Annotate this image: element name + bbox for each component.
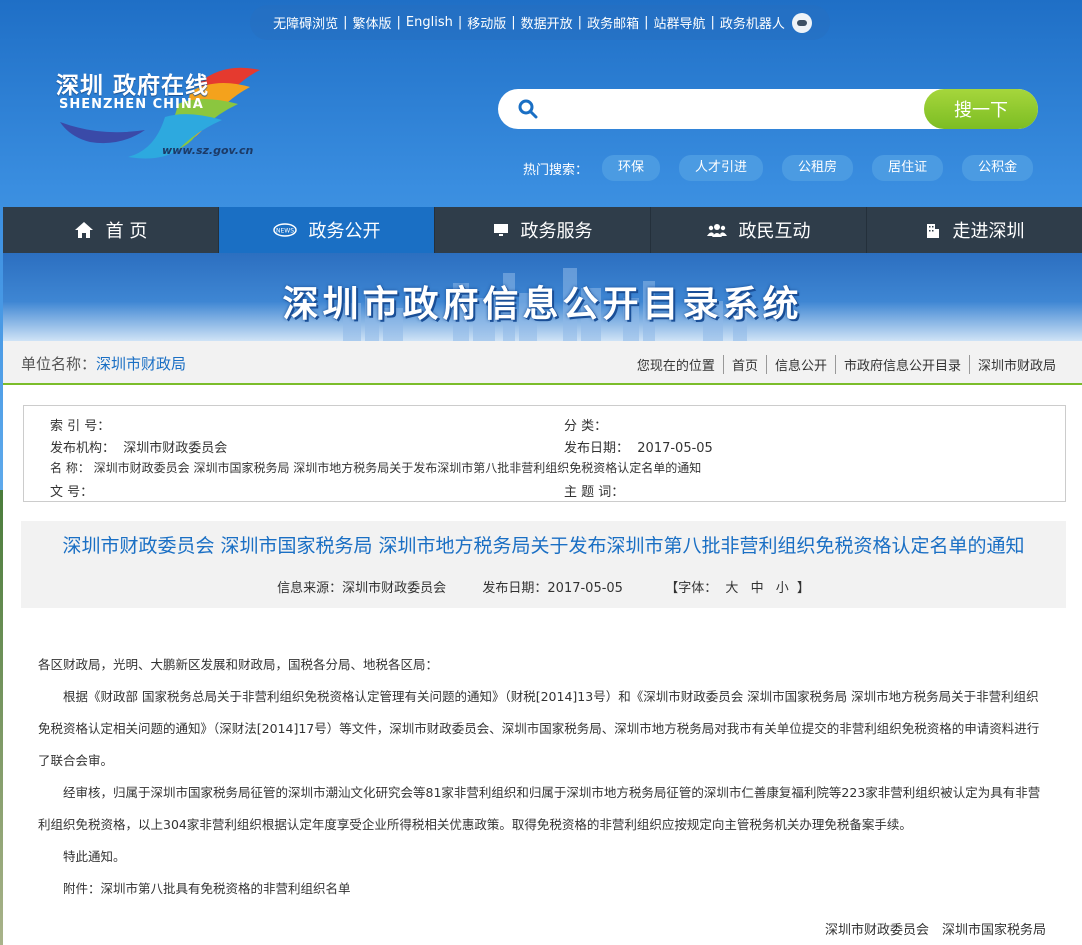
unit-name-label: 单位名称： [21,355,97,373]
meta-category: 分 类： [564,415,607,434]
meta-keywords: 主 题 词： [564,481,624,500]
search-icon [508,89,548,129]
font-size-label: 【字体： [665,581,718,596]
accessibility-link[interactable]: 无障碍浏览 [268,13,343,32]
article-attachment-link[interactable]: 附件：深圳市第八批具有免税资格的非营利组织名单 [38,873,1048,905]
meta-name-label: 名 称： [50,461,90,475]
search-box: 搜一下 [498,89,1038,129]
meta-category-label: 分 类： [564,419,608,434]
logo[interactable]: 深圳 政府在线 SHENZHEN CHINA www.sz.gov.cn [50,62,265,167]
gov-robot-link[interactable]: 政务机器人 [715,13,790,32]
monitor-icon [493,224,508,236]
meta-date-value: 2017-05-05 [637,441,713,456]
font-medium-button[interactable]: 中 [751,581,764,596]
hot-search-label: 热门搜索： [523,162,589,178]
gov-mail-link[interactable]: 政务邮箱 [582,13,644,32]
meta-date-label: 发布日期： [564,441,630,456]
nav-about-shenzhen[interactable]: 走进深圳 [867,207,1082,253]
logo-english-text: SHENZHEN CHINA [59,97,204,112]
building-icon [926,224,939,238]
font-large-button[interactable]: 大 [725,581,738,596]
nav-about-shenzhen-label: 走进深圳 [952,221,1025,242]
meta-agency: 发布机构： 深圳市财政委员会 [50,437,227,456]
meta-doc-number: 文 号： [50,481,93,500]
breadcrumb: 您现在的位置 首页 信息公开 市政府信息公开目录 深圳市财政局 [629,355,1056,374]
hot-tag-talent[interactable]: 人才引进 [679,155,764,181]
article-paragraph: 根据《财政部 国家税务总局关于非营利组织免税资格认定管理有关问题的通知》（财税[… [38,689,1040,768]
unit-bar: 单位名称：深圳市财政局 您现在的位置 首页 信息公开 市政府信息公开目录 深圳市… [3,341,1082,385]
svg-text:NEWS: NEWS [275,228,293,235]
metadata-box: 索 引 号： 分 类： 发布机构： 深圳市财政委员会 发布日期： 2017-05… [23,405,1066,502]
breadcrumb-directory[interactable]: 市政府信息公开目录 [834,355,969,374]
article-paragraph: 经审核，归属于深圳市国家税务局征管的深圳市潮汕文化研究会等81家非营利组织和归属… [38,785,1041,832]
nav-home[interactable]: 首 页 [3,207,219,253]
article-header: 深圳市财政委员会 深圳市国家税务局 深圳市地方税务局关于发布深圳市第八批非营利组… [21,521,1066,608]
logo-url-text: www.sz.gov.cn [162,144,254,157]
people-icon [706,224,727,237]
nav-interaction-label: 政民互动 [738,221,811,242]
content-panel: 单位名称：深圳市财政局 您现在的位置 首页 信息公开 市政府信息公开目录 深圳市… [3,341,1082,945]
article-notice: 特此通知。 [63,849,126,864]
nav-gov-affairs-open-label: 政务公开 [308,221,381,242]
meta-name-value: 深圳市财政委员会 深圳市国家税务局 深圳市地方税务局关于发布深圳市第八批非营利组… [93,461,702,475]
nav-interaction[interactable]: 政民互动 [651,207,867,253]
meta-doc-number-label: 文 号： [50,485,94,500]
meta-keywords-label: 主 题 词： [564,485,625,500]
font-small-button[interactable]: 小 [776,581,789,596]
meta-index-label: 索 引 号： [50,419,111,434]
meta-agency-label: 发布机构： [50,441,116,456]
article-signature: 深圳市财政委员会 深圳市国家税务局 [824,923,1046,938]
robot-icon[interactable] [791,12,812,33]
top-links-bar: 无障碍浏览 | 繁体版 | English | 移动版 | 数据开放 | 政务邮… [250,5,830,40]
traditional-chinese-link[interactable]: 繁体版 [348,13,397,32]
search-input[interactable] [548,91,924,127]
unit-name-value[interactable]: 深圳市财政局 [96,355,186,373]
hot-searches: 热门搜索： 环保 人才引进 公租房 居住证 公积金 [523,155,1052,181]
news-icon: NEWS [272,223,297,237]
hot-tag-residence-permit[interactable]: 居住证 [872,155,944,181]
banner-title: 深圳市政府信息公开目录系统 [282,283,803,325]
open-data-link[interactable]: 数据开放 [516,13,578,32]
meta-date: 发布日期： 2017-05-05 [564,437,713,456]
article-salutation: 各区财政局，光明、大鹏新区发展和财政局，国税各分局、地税各区局： [38,657,439,672]
banner: 深圳市政府信息公开目录系统 [3,253,1082,341]
breadcrumb-info-open[interactable]: 信息公开 [765,355,835,374]
site-navigation-link[interactable]: 站群导航 [648,13,710,32]
english-link[interactable]: English [401,15,458,30]
nav-gov-services-label: 政务服务 [520,221,593,242]
meta-agency-value: 深圳市财政委员会 [123,441,228,456]
home-icon [74,222,93,238]
main-nav: 首 页 NEWS 政务公开 政务服务 政民互动 走进深圳 [3,207,1082,253]
article-date: 发布日期：2017-05-05 [482,581,623,596]
mobile-link[interactable]: 移动版 [462,13,511,32]
nav-gov-services[interactable]: 政务服务 [435,207,651,253]
breadcrumb-home[interactable]: 首页 [722,355,766,374]
breadcrumb-label: 您现在的位置 [636,359,715,374]
hot-tag-housing-fund[interactable]: 公积金 [962,155,1034,181]
meta-name: 名 称： 深圳市财政委员会 深圳市国家税务局 深圳市地方税务局关于发布深圳市第八… [50,459,701,476]
hot-tag-environment[interactable]: 环保 [602,155,661,181]
article-info: 信息来源：深圳市财政委员会 发布日期：2017-05-05 【字体： 大 中 小… [21,577,1066,596]
nav-gov-affairs-open[interactable]: NEWS 政务公开 [219,207,435,253]
font-size-close: 】 [796,581,810,596]
meta-index: 索 引 号： [50,415,110,434]
breadcrumb-finance-bureau[interactable]: 深圳市财政局 [968,355,1056,374]
unit-name: 单位名称：深圳市财政局 [21,353,186,374]
article-source: 信息来源：深圳市财政委员会 [277,581,447,596]
article-title: 深圳市财政委员会 深圳市国家税务局 深圳市地方税务局关于发布深圳市第八批非营利组… [62,535,1025,557]
nav-home-label: 首 页 [105,221,148,242]
hot-tag-public-housing[interactable]: 公租房 [782,155,854,181]
article-body: 各区财政局，光明、大鹏新区发展和财政局，国税各分局、地税各区局： 根据《财政部 … [38,649,1048,905]
search-button[interactable]: 搜一下 [924,89,1038,129]
logo-chinese-text: 深圳 政府在线 [56,72,210,99]
